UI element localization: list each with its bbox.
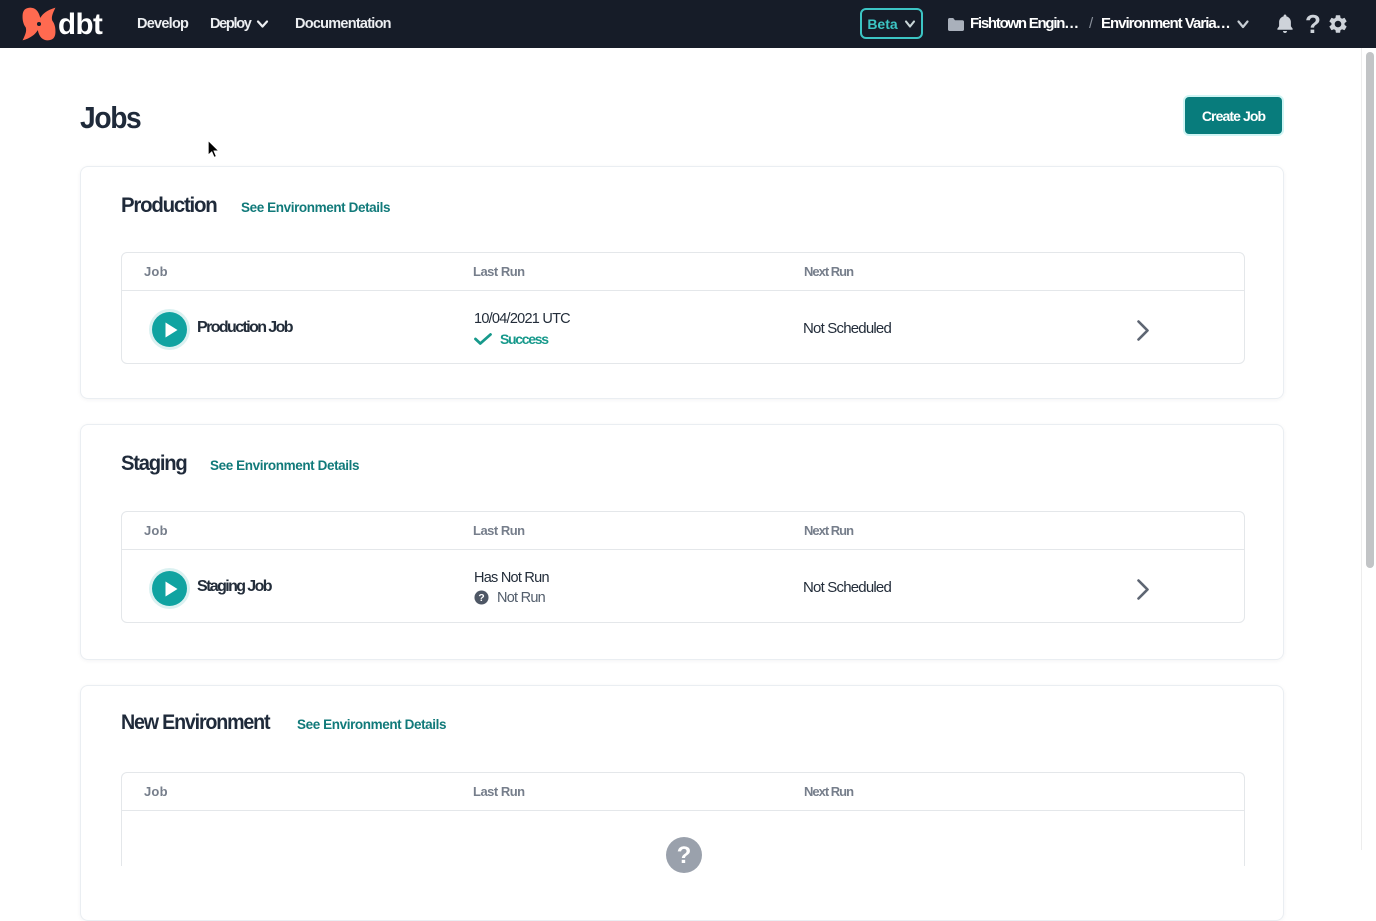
svg-text:?: ? <box>478 593 484 604</box>
svg-text:?: ? <box>677 842 692 869</box>
